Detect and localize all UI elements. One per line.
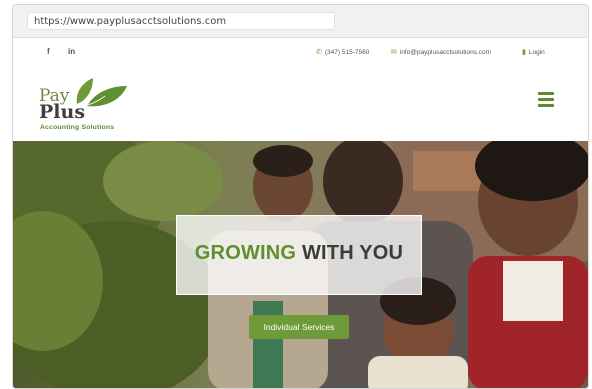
email-link[interactable]: ✉ info@payplusacctsolutions.com [391,48,491,56]
website: f in ✆ (347) 515-7560 ✉ info@payplusacctso… [13,38,588,388]
url-field[interactable]: https://www.payplusacctsolutions.com [27,12,335,30]
headline-box: GROWING WITH YOU [176,215,422,295]
logo-tagline: Accounting Solutions [40,124,115,131]
hero-headline: GROWING WITH YOU [177,242,421,265]
top-contact-bar: f in ✆ (347) 515-7560 ✉ info@payplusacctso… [13,38,588,69]
hero-banner: GROWING WITH YOU Individual Services [13,141,588,388]
envelope-icon: ✉ [391,49,397,56]
login-link[interactable]: ▮ Login [522,48,545,56]
facebook-icon[interactable]: f [47,47,50,56]
individual-services-button[interactable]: Individual Services [249,315,349,339]
site-header: Pay Plus Accounting Solutions [13,68,588,141]
headline-green: GROWING [194,242,297,264]
phone-link[interactable]: ✆ (347) 515-7560 [316,48,369,56]
headline-dark: WITH YOU [296,242,404,264]
lock-icon: ▮ [522,49,526,56]
browser-window: https://www.payplusacctsolutions.com f i… [12,4,589,389]
logo-plus-text: Plus [39,101,86,123]
phone-number: (347) 515-7560 [324,49,370,56]
phone-icon: ✆ [316,49,322,56]
email-address: info@payplusacctsolutions.com [399,49,492,56]
address-bar: https://www.payplusacctsolutions.com [13,5,588,38]
linkedin-icon[interactable]: in [68,47,75,56]
payplus-logo[interactable]: Pay Plus Accounting Solutions [37,74,147,136]
login-label: Login [528,49,545,56]
hamburger-menu-icon[interactable] [538,92,554,110]
